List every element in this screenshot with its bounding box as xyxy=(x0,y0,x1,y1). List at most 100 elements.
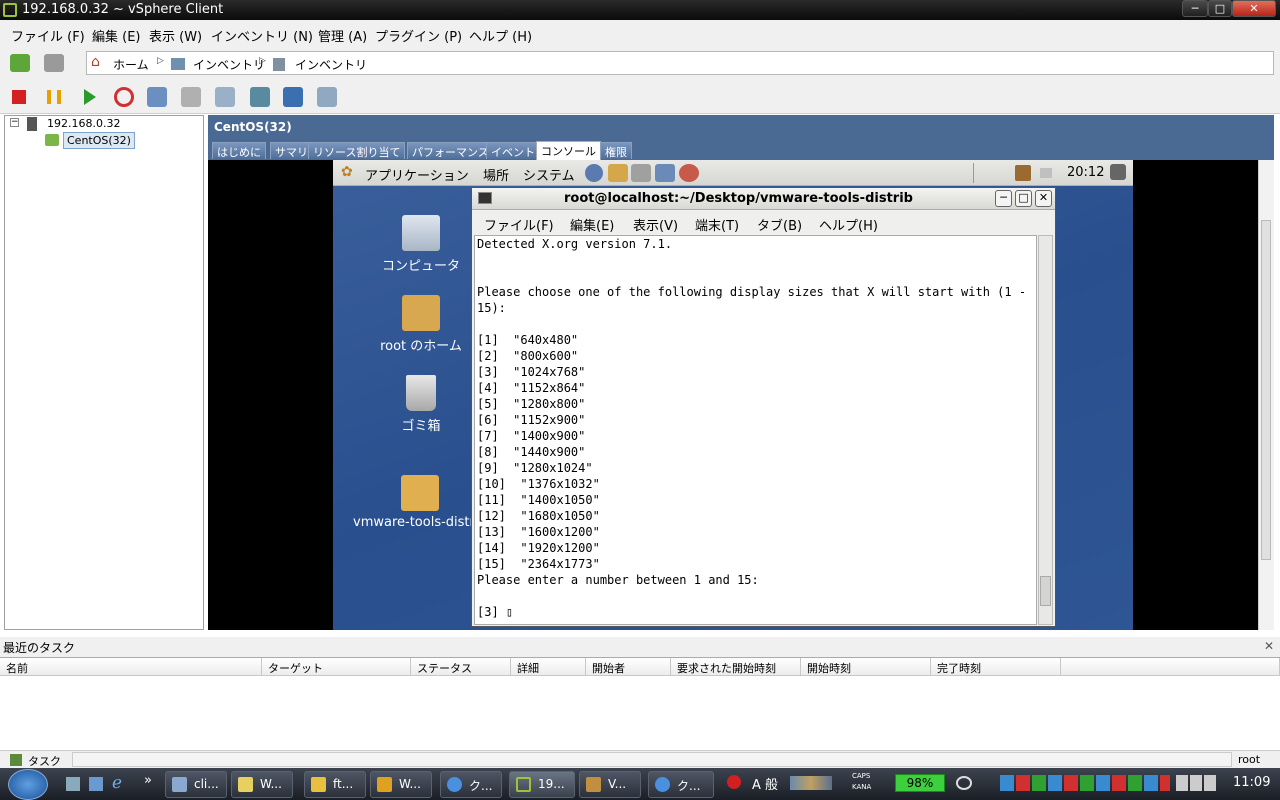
guest-clock[interactable]: 20:12 xyxy=(1067,165,1104,180)
terminal-menu-file[interactable]: ファイル(F) xyxy=(484,215,554,234)
terminal-menu-terminal[interactable]: 端末(T) xyxy=(695,215,739,234)
terminal-line: [6] "1152x900" xyxy=(477,413,586,427)
snapshot-icon[interactable] xyxy=(147,87,167,107)
power-off-icon[interactable] xyxy=(12,90,26,104)
taskbar-item-word[interactable]: W... xyxy=(231,771,293,798)
tab-summary[interactable]: サマリ xyxy=(270,142,313,159)
taskbar-item-ie2[interactable]: ク... xyxy=(648,771,714,798)
col-target[interactable]: ターゲット xyxy=(262,658,411,676)
desktop-icon-computer[interactable]: コンピュータ xyxy=(366,215,476,274)
minimize-button[interactable]: ─ xyxy=(1182,0,1208,17)
presentation-icon[interactable] xyxy=(655,164,675,182)
guest-menu-places[interactable]: 場所 xyxy=(483,165,509,184)
notification-icon[interactable] xyxy=(727,775,741,789)
tab-getting-started[interactable]: はじめに xyxy=(212,142,266,159)
power-icon[interactable] xyxy=(956,776,972,790)
breadcrumb-hosts[interactable]: インベントリ xyxy=(295,56,367,73)
guest-menu-system[interactable]: システム xyxy=(523,165,575,184)
volume-icon[interactable] xyxy=(1110,164,1126,180)
tab-performance[interactable]: パフォーマンス xyxy=(407,142,494,159)
terminal-maximize-button[interactable]: □ xyxy=(1015,190,1032,207)
console-scrollbar[interactable] xyxy=(1258,160,1274,630)
menu-inventory[interactable]: インベントリ (N) xyxy=(211,26,313,45)
ime-tools-icon[interactable] xyxy=(790,776,832,790)
clock[interactable]: 11:09 xyxy=(1233,775,1270,790)
menu-file[interactable]: ファイル (F) xyxy=(11,26,85,45)
col-initiator[interactable]: 開始者 xyxy=(586,658,671,676)
start-button[interactable] xyxy=(8,769,48,800)
terminal-menu-tabs[interactable]: タブ(B) xyxy=(757,215,802,234)
menu-plugins[interactable]: プラグイン (P) xyxy=(375,26,462,45)
col-requested-start[interactable]: 要求された開始時刻 xyxy=(671,658,801,676)
col-completed-time[interactable]: 完了時刻 xyxy=(931,658,1061,676)
tab-resource-allocation[interactable]: リソース割り当て xyxy=(308,142,406,159)
quicklaunch-chevron[interactable]: » xyxy=(144,773,152,788)
terminal-scrollbar[interactable] xyxy=(1038,235,1053,625)
terminal-scroll-thumb[interactable] xyxy=(1040,576,1051,606)
terminal-output[interactable]: Detected X.org version 7.1. Please choos… xyxy=(474,235,1037,625)
col-status[interactable]: ステータス xyxy=(411,658,511,676)
maximize-button[interactable]: □ xyxy=(1208,0,1232,17)
tasks-button[interactable]: タスク xyxy=(28,753,61,769)
ie-icon[interactable]: ℯ xyxy=(112,773,122,793)
tree-vm[interactable]: CentOS(32) xyxy=(63,132,135,149)
col-details[interactable]: 詳細 xyxy=(511,658,586,676)
taskbar-item-vsphere[interactable]: 19... xyxy=(509,771,575,798)
guest-menu-applications[interactable]: アプリケーション xyxy=(365,165,469,184)
taskbar-label: ク... xyxy=(677,779,701,793)
tab-events[interactable]: イベント xyxy=(486,142,540,159)
package-update-icon[interactable] xyxy=(1015,165,1031,181)
terminal-menu-view[interactable]: 表示(V) xyxy=(633,215,678,234)
breadcrumb-home[interactable]: ホーム xyxy=(113,56,149,73)
menu-edit[interactable]: 編集 (E) xyxy=(92,26,141,45)
tab-console[interactable]: コンソール xyxy=(536,141,601,160)
tray-icons[interactable] xyxy=(1000,775,1170,791)
console-scroll-thumb[interactable] xyxy=(1261,220,1271,560)
system-tray-icons[interactable] xyxy=(1176,775,1216,791)
reset-icon[interactable] xyxy=(114,87,134,107)
ime-indicator[interactable]: A 般 xyxy=(752,774,778,793)
edit-settings-icon[interactable] xyxy=(283,87,303,107)
browser-icon[interactable] xyxy=(585,164,603,182)
breadcrumb-inventory[interactable]: インベントリ xyxy=(193,56,265,73)
suspend-icon[interactable] xyxy=(47,90,61,104)
console-icon[interactable] xyxy=(250,87,270,107)
menu-view[interactable]: 表示 (W) xyxy=(149,26,202,45)
taskbar-item-cli[interactable]: cli... xyxy=(165,771,227,798)
terminal-minimize-button[interactable]: ─ xyxy=(995,190,1012,207)
menu-admin[interactable]: 管理 (A) xyxy=(318,26,367,45)
taskbar-item-ft[interactable]: ft... xyxy=(304,771,366,798)
col-name[interactable]: 名前 xyxy=(0,658,262,676)
col-start-time[interactable]: 開始時刻 xyxy=(801,658,931,676)
desktop-icon-trash[interactable]: ゴミ箱 xyxy=(366,375,476,434)
tab-permissions[interactable]: 権限 xyxy=(600,142,632,159)
power-on-icon[interactable] xyxy=(84,89,96,105)
forward-arrow-icon[interactable] xyxy=(44,54,64,72)
terminal-menu-help[interactable]: ヘルプ(H) xyxy=(819,215,878,234)
desktop-icon-home[interactable]: root のホーム xyxy=(366,295,476,354)
network-icon[interactable] xyxy=(679,164,699,182)
close-icon[interactable]: ✕ xyxy=(1264,639,1274,653)
taskbar-item-media[interactable]: W... xyxy=(370,771,432,798)
menu-help[interactable]: ヘルプ (H) xyxy=(469,26,532,45)
tree-host[interactable]: 192.168.0.32 xyxy=(47,117,120,130)
vm-console[interactable]: ✿ アプリケーション 場所 システム 20:12 コンピュータ root のホー… xyxy=(208,160,1258,630)
vm-title: CentOS(32) xyxy=(214,120,292,134)
back-arrow-icon[interactable] xyxy=(10,54,30,72)
explorer-icon[interactable] xyxy=(89,777,103,791)
close-button[interactable]: ✕ xyxy=(1232,0,1276,17)
revert-snapshot-icon[interactable] xyxy=(181,87,201,107)
snapshot-manager-icon[interactable] xyxy=(215,87,235,107)
migrate-icon[interactable] xyxy=(317,87,337,107)
collapse-toggle[interactable]: − xyxy=(10,118,19,127)
taskbar-item-ie[interactable]: ク... xyxy=(440,771,502,798)
terminal-icon xyxy=(478,192,492,204)
taskbar-item-v[interactable]: V... xyxy=(579,771,641,798)
terminal-close-button[interactable]: ✕ xyxy=(1035,190,1052,207)
terminal-menu-edit[interactable]: 編集(E) xyxy=(570,215,614,234)
battery-meter[interactable]: 98% xyxy=(895,774,945,792)
show-desktop-icon[interactable] xyxy=(66,777,80,791)
editor-icon[interactable] xyxy=(631,164,651,182)
mail-icon[interactable] xyxy=(608,164,628,182)
